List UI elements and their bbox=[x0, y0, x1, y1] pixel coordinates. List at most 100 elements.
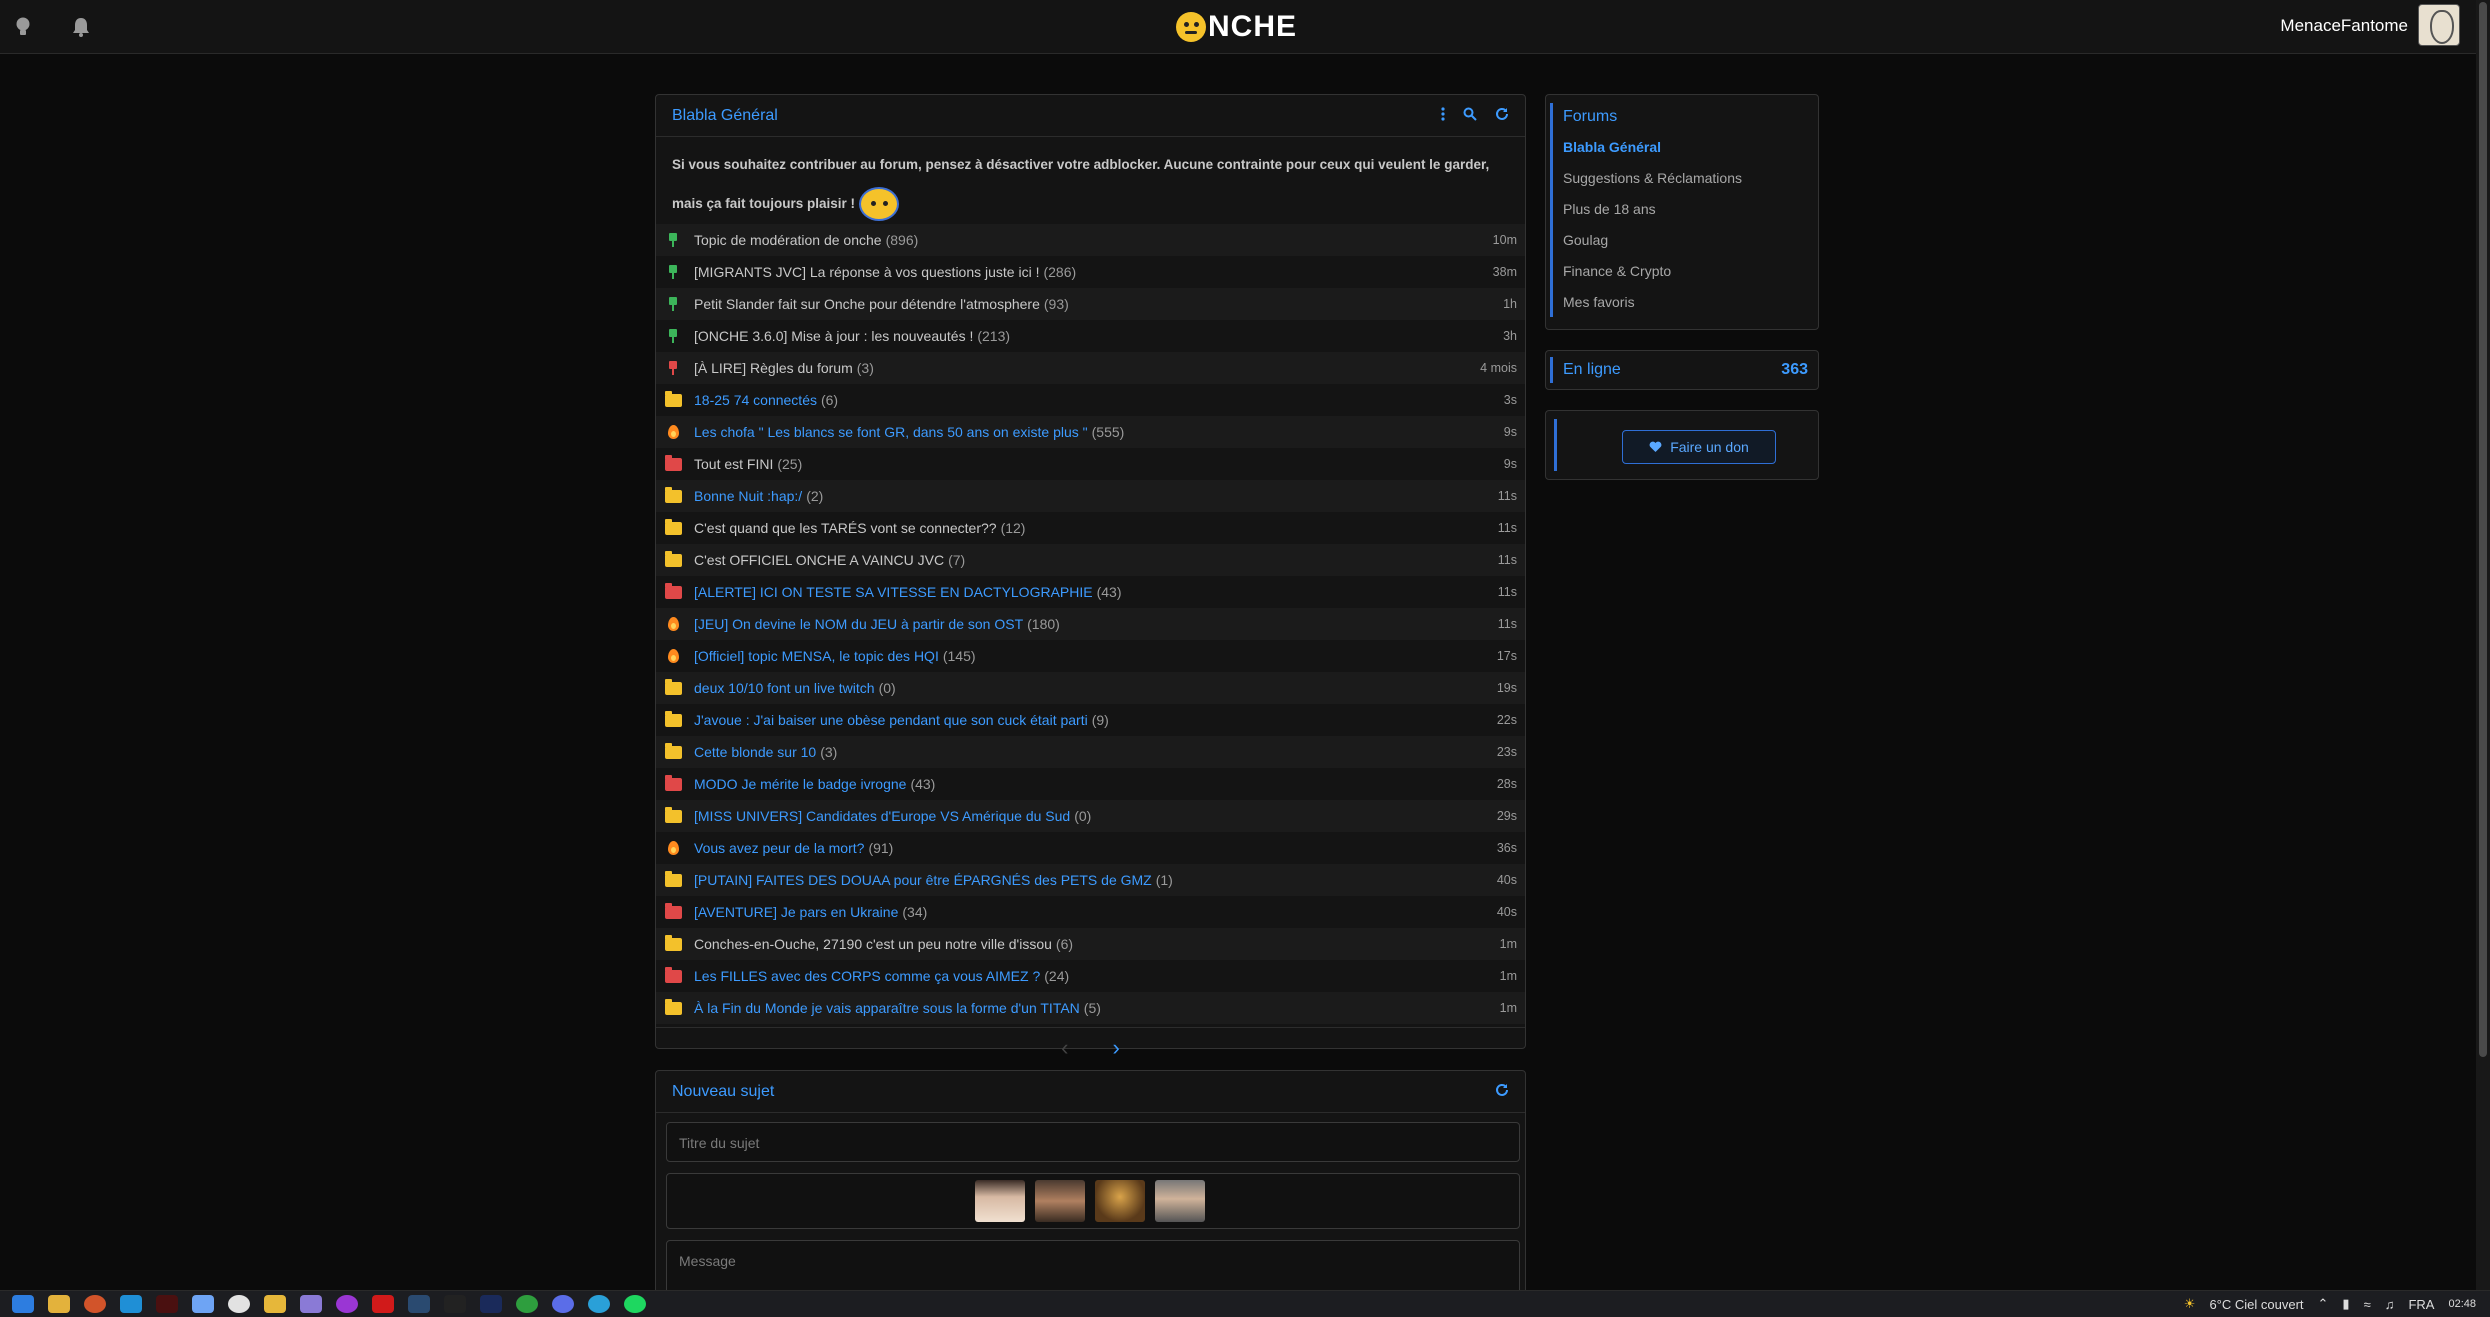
topic-title[interactable]: Bonne Nuit :hap:/ bbox=[694, 488, 802, 504]
topic-row[interactable]: [Officiel] topic MENSA, le topic des HQI… bbox=[656, 640, 1525, 672]
topic-title[interactable]: Les FILLES avec des CORPS comme ça vous … bbox=[694, 968, 1040, 984]
calculator-icon[interactable] bbox=[120, 1295, 142, 1313]
volume-icon[interactable]: ♫ bbox=[2385, 1297, 2395, 1312]
topic-row[interactable]: Topic de modération de onche (896) 10m bbox=[656, 224, 1525, 256]
subject-input[interactable]: Titre du sujet bbox=[666, 1122, 1520, 1162]
topic-title[interactable]: C'est OFFICIEL ONCHE A VAINCU JVC bbox=[694, 552, 944, 568]
purple-app-icon[interactable] bbox=[336, 1295, 358, 1313]
topic-title[interactable]: Vous avez peur de la mort? bbox=[694, 840, 864, 856]
lightbulb-icon[interactable] bbox=[10, 14, 36, 40]
clock[interactable]: 02:48 bbox=[2448, 1298, 2476, 1310]
refresh-icon[interactable] bbox=[1495, 107, 1509, 124]
topic-row[interactable]: [ONCHE 3.6.0] Mise à jour : les nouveaut… bbox=[656, 320, 1525, 352]
topic-title[interactable]: [Officiel] topic MENSA, le topic des HQI bbox=[694, 648, 939, 664]
sticker-image[interactable] bbox=[1095, 1180, 1145, 1222]
topic-title[interactable]: Tout est FINI bbox=[694, 456, 773, 472]
topic-title[interactable]: [À LIRE] Règles du forum bbox=[694, 360, 853, 376]
sidebar-forum-link[interactable]: Blabla Général bbox=[1563, 131, 1818, 162]
xbox-icon[interactable] bbox=[516, 1295, 538, 1313]
sticker-image[interactable] bbox=[1035, 1180, 1085, 1222]
next-page-icon[interactable]: › bbox=[1113, 1035, 1120, 1061]
topic-title[interactable]: [ALERTE] ICI ON TESTE SA VITESSE EN DACT… bbox=[694, 584, 1093, 600]
battery-icon[interactable]: ▮ bbox=[2342, 1296, 2349, 1312]
refresh-icon[interactable] bbox=[1495, 1083, 1509, 1100]
topic-row[interactable]: C'est OFFICIEL ONCHE A VAINCU JVC (7) 11s bbox=[656, 544, 1525, 576]
onche-logo[interactable]: NCHE bbox=[1176, 10, 1297, 44]
spotify-icon[interactable] bbox=[624, 1295, 646, 1313]
proton-icon[interactable] bbox=[228, 1295, 250, 1313]
previous-page-icon[interactable]: ‹ bbox=[1061, 1035, 1068, 1061]
topic-title[interactable]: C'est quand que les TARÉS vont se connec… bbox=[694, 520, 997, 536]
topic-row[interactable]: J'avoue : J'ai baiser une obèse pendant … bbox=[656, 704, 1525, 736]
donate-button[interactable]: Faire un don bbox=[1622, 430, 1776, 464]
topic-row[interactable]: [AVENTURE] Je pars en Ukraine (34) 40s bbox=[656, 896, 1525, 928]
language-indicator[interactable]: FRA bbox=[2408, 1297, 2434, 1312]
topic-title[interactable]: [ONCHE 3.6.0] Mise à jour : les nouveaut… bbox=[694, 328, 973, 344]
topic-row[interactable]: Tout est FINI (25) 9s bbox=[656, 448, 1525, 480]
more-options-icon[interactable] bbox=[1441, 107, 1445, 124]
topic-title[interactable]: 18-25 74 connectés bbox=[694, 392, 817, 408]
scrollbar-thumb[interactable] bbox=[2479, 2, 2487, 1057]
sidebar-forum-link[interactable]: Mes favoris bbox=[1563, 286, 1818, 317]
topic-row[interactable]: C'est quand que les TARÉS vont se connec… bbox=[656, 512, 1525, 544]
topic-title[interactable]: J'avoue : J'ai baiser une obèse pendant … bbox=[694, 712, 1088, 728]
topic-row[interactable]: À la Fin du Monde je vais apparaître sou… bbox=[656, 992, 1525, 1024]
topic-title[interactable]: [MIGRANTS JVC] La réponse à vos question… bbox=[694, 264, 1039, 280]
epic-games-icon[interactable] bbox=[444, 1295, 466, 1313]
bell-icon[interactable] bbox=[68, 14, 94, 40]
yellow-app-icon[interactable] bbox=[264, 1295, 286, 1313]
tray-chevron-icon[interactable]: ⌃ bbox=[2318, 1296, 2329, 1312]
steam-icon[interactable] bbox=[408, 1295, 430, 1313]
topic-title[interactable]: [MISS UNIVERS] Candidates d'Europe VS Am… bbox=[694, 808, 1070, 824]
weather-text[interactable]: 6°C Ciel couvert bbox=[2209, 1297, 2303, 1312]
topic-title[interactable]: deux 10/10 font un live twitch bbox=[694, 680, 875, 696]
sidebar-forum-link[interactable]: Plus de 18 ans bbox=[1563, 193, 1818, 224]
sidebar-forum-link[interactable]: Suggestions & Réclamations bbox=[1563, 162, 1818, 193]
topic-row[interactable]: [MISS UNIVERS] Candidates d'Europe VS Am… bbox=[656, 800, 1525, 832]
file-explorer-icon[interactable] bbox=[48, 1295, 70, 1313]
topic-row[interactable]: [JEU] On devine le NOM du JEU à partir d… bbox=[656, 608, 1525, 640]
topic-row[interactable]: [À LIRE] Règles du forum (3) 4 mois bbox=[656, 352, 1525, 384]
page-scrollbar[interactable] bbox=[2476, 0, 2490, 1290]
topic-row[interactable]: Les FILLES avec des CORPS comme ça vous … bbox=[656, 960, 1525, 992]
avatar[interactable] bbox=[2418, 4, 2460, 46]
topic-row[interactable]: [MIGRANTS JVC] La réponse à vos question… bbox=[656, 256, 1525, 288]
browser-icon[interactable] bbox=[588, 1295, 610, 1313]
disney-plus-icon[interactable] bbox=[480, 1295, 502, 1313]
topic-title[interactable]: Les chofa " Les blancs se font GR, dans … bbox=[694, 424, 1088, 440]
topic-title[interactable]: [JEU] On devine le NOM du JEU à partir d… bbox=[694, 616, 1023, 632]
windows-start-icon[interactable] bbox=[12, 1295, 34, 1313]
sticker-image[interactable] bbox=[1155, 1180, 1205, 1222]
topic-row[interactable]: Bonne Nuit :hap:/(2) 11s bbox=[656, 480, 1525, 512]
topic-title[interactable]: MODO Je mérite le badge ivrogne bbox=[694, 776, 906, 792]
topic-row[interactable]: Cette blonde sur 10 (3) 23s bbox=[656, 736, 1525, 768]
topic-title[interactable]: [PUTAIN] FAITES DES DOUAA pour être ÉPAR… bbox=[694, 872, 1152, 888]
sticker-image[interactable] bbox=[975, 1180, 1025, 1222]
cube-app-icon[interactable] bbox=[192, 1295, 214, 1313]
weather-icon[interactable]: ☀ bbox=[2184, 1296, 2196, 1312]
search-icon[interactable] bbox=[1463, 107, 1477, 124]
wifi-icon[interactable]: ≈ bbox=[2364, 1297, 2371, 1312]
crunchyroll-icon[interactable] bbox=[84, 1295, 106, 1313]
topic-title[interactable]: À la Fin du Monde je vais apparaître sou… bbox=[694, 1000, 1080, 1016]
topic-row[interactable]: deux 10/10 font un live twitch (0) 19s bbox=[656, 672, 1525, 704]
topic-row[interactable]: 18-25 74 connectés (6) 3s bbox=[656, 384, 1525, 416]
topic-title[interactable]: Petit Slander fait sur Onche pour détend… bbox=[694, 296, 1040, 312]
sidebar-forum-link[interactable]: Finance & Crypto bbox=[1563, 255, 1818, 286]
topic-row[interactable]: [ALERTE] ICI ON TESTE SA VITESSE EN DACT… bbox=[656, 576, 1525, 608]
topic-row[interactable]: MODO Je mérite le badge ivrogne (43) 28s bbox=[656, 768, 1525, 800]
topic-row[interactable]: [PUTAIN] FAITES DES DOUAA pour être ÉPAR… bbox=[656, 864, 1525, 896]
topic-title[interactable]: Topic de modération de onche bbox=[694, 232, 882, 248]
topic-title[interactable]: [AVENTURE] Je pars en Ukraine bbox=[694, 904, 898, 920]
discord-icon[interactable] bbox=[552, 1295, 574, 1313]
topic-title[interactable]: Cette blonde sur 10 bbox=[694, 744, 816, 760]
netflix-icon[interactable] bbox=[372, 1295, 394, 1313]
topic-title[interactable]: Conches-en-Ouche, 27190 c'est un peu not… bbox=[694, 936, 1052, 952]
topic-row[interactable]: Petit Slander fait sur Onche pour détend… bbox=[656, 288, 1525, 320]
topic-row[interactable]: Les chofa " Les blancs se font GR, dans … bbox=[656, 416, 1525, 448]
triangle-app-icon[interactable] bbox=[300, 1295, 322, 1313]
forum-title[interactable]: Blabla Général bbox=[672, 107, 778, 125]
sidebar-forum-link[interactable]: Goulag bbox=[1563, 224, 1818, 255]
illustrator-icon[interactable] bbox=[156, 1295, 178, 1313]
topic-row[interactable]: Vous avez peur de la mort? (91) 36s bbox=[656, 832, 1525, 864]
